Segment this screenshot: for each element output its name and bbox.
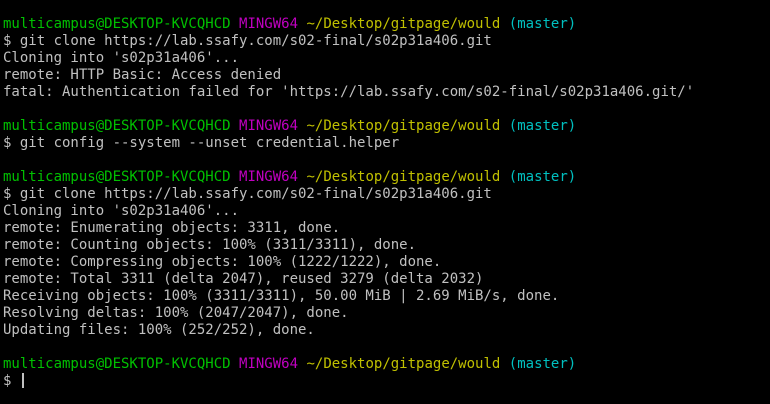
prompt-shell: MINGW64 <box>239 16 299 32</box>
prompt-user: multicampus@DESKTOP-KVCQHCD <box>3 169 231 185</box>
prompt-branch: (master) <box>508 16 577 32</box>
prompt-user: multicampus@DESKTOP-KVCQHCD <box>3 356 231 372</box>
prompt-shell: MINGW64 <box>239 356 299 372</box>
output-line: Cloning into 's02p31a406'... <box>3 50 240 66</box>
prompt-path: ~/Desktop/gitpage/would <box>306 16 501 32</box>
output-line: remote: HTTP Basic: Access denied <box>3 67 282 83</box>
command-line: $ git clone https://lab.ssafy.com/s02-fi… <box>3 186 492 202</box>
terminal-window[interactable]: multicampus@DESKTOP-KVCQHCD MINGW64 ~/De… <box>0 0 770 404</box>
prompt-shell: MINGW64 <box>239 169 299 185</box>
command-line: $ git config --system --unset credential… <box>3 135 400 151</box>
prompt-path: ~/Desktop/gitpage/would <box>306 356 501 372</box>
prompt-line: multicampus@DESKTOP-KVCQHCD MINGW64 ~/De… <box>3 16 770 33</box>
text-cursor <box>21 373 24 388</box>
prompt-line: multicampus@DESKTOP-KVCQHCD MINGW64 ~/De… <box>3 118 770 135</box>
prompt-path: ~/Desktop/gitpage/would <box>306 118 501 134</box>
output-line: Receiving objects: 100% (3311/3311), 50.… <box>3 288 560 304</box>
prompt-line: multicampus@DESKTOP-KVCQHCD MINGW64 ~/De… <box>3 356 770 373</box>
prompt-path: ~/Desktop/gitpage/would <box>306 169 501 185</box>
output-line: remote: Total 3311 (delta 2047), reused … <box>3 271 484 287</box>
prompt-branch: (master) <box>508 356 577 372</box>
output-line: remote: Compressing objects: 100% (1222/… <box>3 254 442 270</box>
prompt-branch: (master) <box>508 118 577 134</box>
input-line[interactable]: $ <box>3 373 770 390</box>
prompt-line: multicampus@DESKTOP-KVCQHCD MINGW64 ~/De… <box>3 169 770 186</box>
prompt-branch: (master) <box>508 169 577 185</box>
input-prompt-symbol: $ <box>3 373 20 389</box>
prompt-user: multicampus@DESKTOP-KVCQHCD <box>3 16 231 32</box>
prompt-shell: MINGW64 <box>239 118 299 134</box>
command-line: $ git clone https://lab.ssafy.com/s02-fi… <box>3 33 492 49</box>
prompt-user: multicampus@DESKTOP-KVCQHCD <box>3 118 231 134</box>
output-line: remote: Counting objects: 100% (3311/331… <box>3 237 417 253</box>
output-line: fatal: Authentication failed for 'https:… <box>3 84 695 100</box>
output-line: Resolving deltas: 100% (2047/2047), done… <box>3 305 349 321</box>
output-line: Updating files: 100% (252/252), done. <box>3 322 315 338</box>
output-line: Cloning into 's02p31a406'... <box>3 203 240 219</box>
output-line: remote: Enumerating objects: 3311, done. <box>3 220 341 236</box>
